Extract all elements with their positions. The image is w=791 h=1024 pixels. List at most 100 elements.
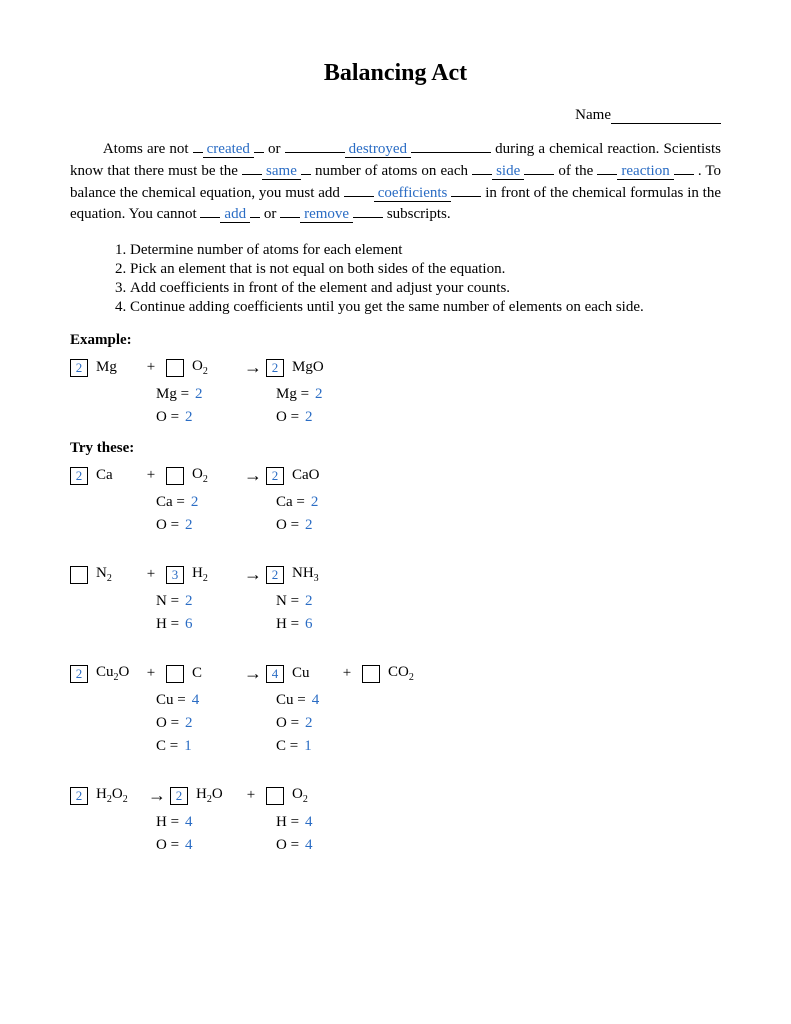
coef-box: [266, 787, 284, 805]
count-value: 1: [304, 738, 312, 754]
count-row: C =1C =1: [70, 738, 721, 755]
count-row: Ca =2Ca =2: [70, 494, 721, 511]
blank: [193, 152, 203, 153]
count-value: 6: [305, 616, 313, 632]
count-label: Mg =: [276, 386, 309, 402]
fill-side: side: [492, 163, 524, 180]
equation-row: 2 H2O2 → 2 H2O + O2: [70, 785, 721, 806]
page-title: Balancing Act: [70, 60, 721, 87]
plus: +: [340, 665, 354, 682]
count-value: 1: [184, 738, 192, 754]
formula: CaO: [292, 467, 332, 484]
blank: [280, 217, 300, 218]
formula: MgO: [292, 359, 332, 376]
example-label: Example:: [70, 332, 721, 349]
intro-paragraph: Atoms are not created or destroyed durin…: [70, 139, 721, 226]
coef-box: [166, 467, 184, 485]
intro-text: Atoms are not: [103, 141, 193, 157]
formula: Mg: [96, 359, 136, 376]
formula: H2O: [196, 786, 236, 805]
blank: [344, 196, 374, 197]
fill-remove: remove: [300, 206, 353, 223]
equation-row: 2 Cu2O + C → 4 Cu + CO2: [70, 663, 721, 684]
count-value: 4: [185, 837, 193, 853]
count-row: O =2O =2: [70, 517, 721, 534]
arrow-icon: →: [244, 663, 262, 684]
plus: +: [144, 359, 158, 376]
blank: [597, 174, 617, 175]
formula: Ca: [96, 467, 136, 484]
count-label: H =: [276, 814, 299, 830]
count-value: 4: [192, 692, 200, 708]
arrow-icon: →: [244, 564, 262, 585]
fill-same: same: [262, 163, 301, 180]
name-label: Name: [575, 107, 611, 123]
formula: NH3: [292, 565, 332, 584]
count-value: 4: [305, 814, 313, 830]
coef-box: 2: [266, 359, 284, 377]
count-label: Cu =: [276, 692, 306, 708]
blank: [254, 152, 264, 153]
count-value: 2: [191, 494, 199, 510]
arrow-icon: →: [244, 357, 262, 378]
equation-row: N2 + 3 H2 → 2 NH3: [70, 564, 721, 585]
formula: O2: [192, 358, 232, 377]
count-label: H =: [156, 616, 179, 632]
plus: +: [144, 566, 158, 583]
coef-box: [166, 359, 184, 377]
count-label: O =: [156, 409, 179, 425]
count-label: O =: [276, 409, 299, 425]
count-label: Mg =: [156, 386, 189, 402]
coef-box: 2: [70, 665, 88, 683]
fill-coefficients: coefficients: [374, 185, 452, 202]
count-label: N =: [276, 593, 299, 609]
intro-text: or: [264, 206, 280, 222]
formula: Cu: [292, 665, 332, 682]
formula: C: [192, 665, 232, 682]
equation-row: 2 Mg + O2 → 2 MgO: [70, 357, 721, 378]
count-row: N =2N =2: [70, 593, 721, 610]
blank: [200, 217, 220, 218]
blank: [301, 174, 311, 175]
count-row: O =4O =4: [70, 837, 721, 854]
count-row: O =2O =2: [70, 409, 721, 426]
blank: [674, 174, 694, 175]
blank: [242, 174, 262, 175]
fill-created: created: [203, 141, 254, 158]
arrow-icon: →: [244, 465, 262, 486]
formula: O2: [292, 786, 332, 805]
blank: [353, 217, 383, 218]
blank: [285, 152, 345, 153]
count-label: O =: [276, 715, 299, 731]
count-row: Cu =4Cu =4: [70, 692, 721, 709]
coef-box: 2: [70, 787, 88, 805]
count-label: O =: [276, 517, 299, 533]
intro-text: number of atoms on each: [315, 163, 472, 179]
plus: +: [144, 467, 158, 484]
count-value: 6: [185, 616, 193, 632]
count-row: H = 6 H = 6: [70, 616, 721, 633]
try-label: Try these:: [70, 440, 721, 457]
formula: Cu2O: [96, 664, 136, 683]
count-label: N =: [156, 593, 179, 609]
count-label: H =: [156, 814, 179, 830]
blank: [250, 217, 260, 218]
fill-destroyed: destroyed: [345, 141, 411, 158]
formula: H2O2: [96, 786, 136, 805]
count-label: O =: [156, 715, 179, 731]
count-label: Ca =: [156, 494, 185, 510]
coef-box: 4: [266, 665, 284, 683]
steps-list: Determine number of atoms for each eleme…: [110, 242, 721, 316]
count-label: H =: [276, 616, 299, 632]
count-value: 4: [305, 837, 313, 853]
arrow-icon: →: [148, 785, 166, 806]
count-row: H =4H =4: [70, 814, 721, 831]
step-item: Pick an element that is not equal on bot…: [130, 261, 721, 278]
count-value: 2: [185, 593, 193, 609]
count-label: O =: [276, 837, 299, 853]
formula: CO2: [388, 664, 428, 683]
formula: O2: [192, 466, 232, 485]
count-label: O =: [156, 517, 179, 533]
formula: N2: [96, 565, 136, 584]
count-label: Ca =: [276, 494, 305, 510]
